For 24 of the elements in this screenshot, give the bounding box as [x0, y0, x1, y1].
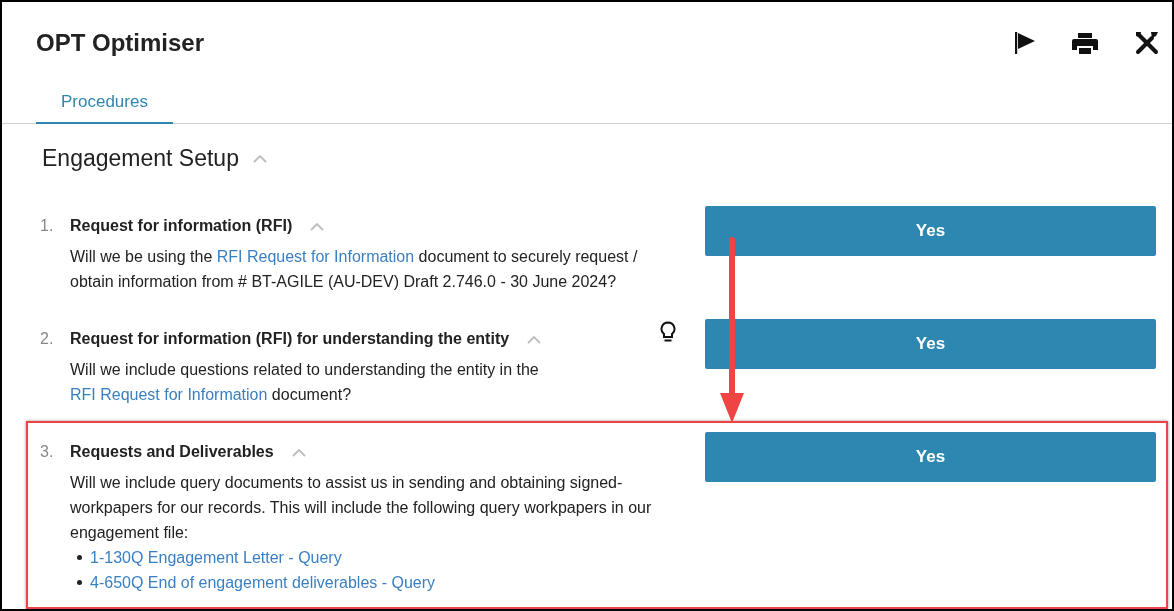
tab[interactable]: Procedures	[36, 90, 173, 124]
item-number: 1.	[40, 216, 55, 236]
workpaper-link[interactable]: 1-130Q Engagement Letter - Query	[90, 545, 342, 570]
yes-button[interactable]: Yes	[705, 319, 1156, 369]
item-description: Will we be using the RFI Request for Information document to securely request / obtain information from # BT-AGILE (AU-DEV) Draft 2.746.0 - 30 June 2024?	[69, 247, 639, 292]
bullet-icon	[77, 555, 82, 560]
flag-icon[interactable]	[1012, 31, 1036, 55]
window-title: OPT Optimiser	[36, 28, 205, 58]
item-description: Will we include questions related to understanding the entity in the RFI Request for Information document?	[69, 360, 540, 405]
item-title: Request for information (RFI)	[70, 216, 293, 236]
section-title: Engagement Setup	[42, 144, 239, 173]
document-link[interactable]: RFI Request for Information	[216, 248, 415, 265]
yes-button[interactable]: Yes	[705, 432, 1156, 482]
print-icon[interactable]	[1072, 31, 1098, 55]
item-number: 3.	[40, 442, 55, 462]
workpaper-link[interactable]: 4-650Q End of engagement deliverables - Query	[90, 570, 436, 595]
item-number: 2.	[40, 329, 55, 349]
lightbulb-icon[interactable]	[660, 321, 676, 343]
item-title: Request for information (RFI) for understanding the entity	[70, 329, 510, 349]
bullet-icon	[77, 580, 82, 585]
item-description: Will we include query documents to assist us in sending and obtaining signed-workpapers for our records. This will include the following query workpapers in our engagement file:	[69, 473, 653, 543]
item-title: Requests and Deliverables	[70, 442, 274, 462]
document-link[interactable]: RFI Request for Information	[70, 386, 268, 403]
yes-button[interactable]: Yes	[705, 206, 1156, 256]
